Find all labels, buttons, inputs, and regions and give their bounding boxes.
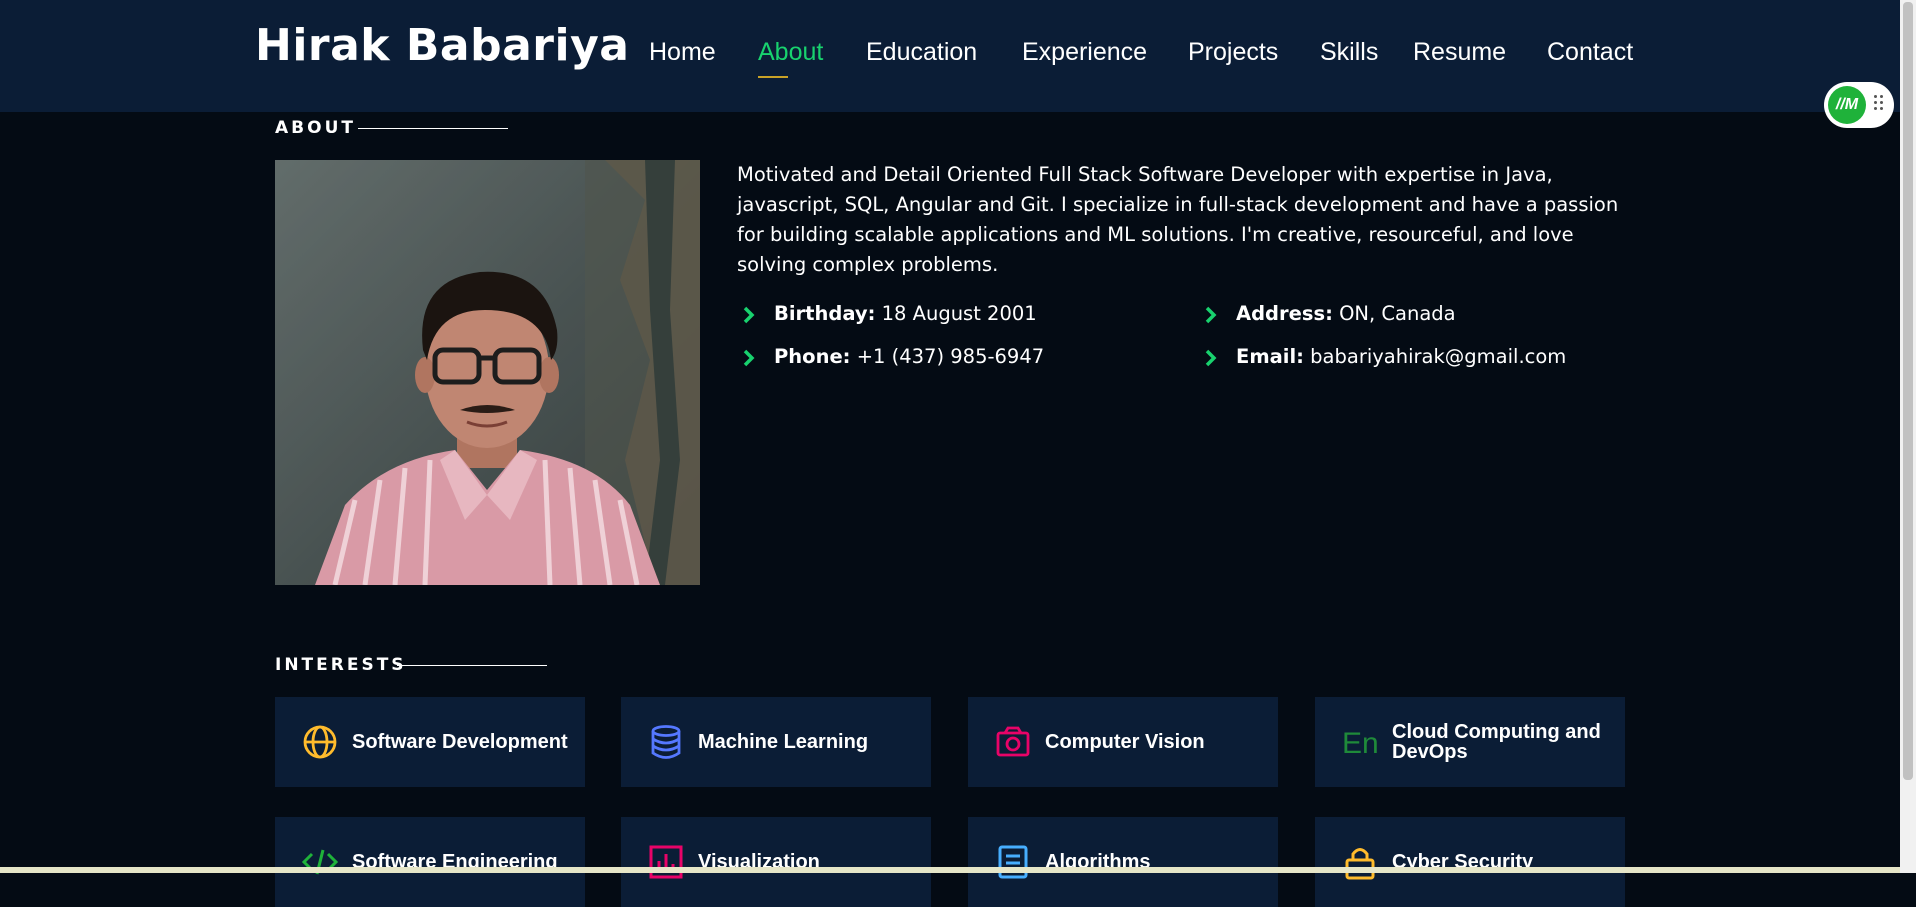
code-icon — [302, 849, 338, 875]
nav-home[interactable]: Home — [649, 38, 716, 67]
interest-label: Software Development — [352, 731, 568, 753]
about-bio: Motivated and Detail Oriented Full Stack… — [737, 163, 1619, 276]
about-section-title: ABOUT — [275, 118, 356, 138]
document-icon — [998, 845, 1028, 879]
profile-photo — [275, 160, 700, 585]
nav-education[interactable]: Education — [866, 38, 977, 67]
interest-card-machine-learning[interactable]: Machine Learning — [621, 697, 931, 787]
chevron-right-icon — [1205, 349, 1217, 367]
bar-chart-icon — [649, 845, 683, 879]
interest-label: Cloud Computing and DevOps — [1392, 721, 1601, 763]
nav-projects[interactable]: Projects — [1188, 38, 1278, 67]
en-icon: En — [1342, 727, 1379, 760]
drag-handle-icon[interactable] — [1874, 95, 1884, 115]
info-email-label: Email: — [1236, 345, 1304, 368]
interests-section-title: INTERESTS — [275, 655, 407, 675]
about-title-divider — [358, 128, 508, 129]
chevron-right-icon — [743, 349, 755, 367]
interest-label: Computer Vision — [1045, 731, 1205, 753]
info-birthday: Birthday: 18 August 2001 — [741, 302, 1181, 332]
interest-label: Visualization — [698, 851, 820, 873]
interest-label: Software Engineering — [352, 851, 558, 873]
info-phone-value: +1 (437) 985-6947 — [856, 345, 1045, 368]
interest-card-cloud-computing[interactable]: En Cloud Computing and DevOps — [1315, 697, 1625, 787]
interests-title-divider — [397, 665, 547, 666]
database-icon — [651, 725, 681, 759]
info-email: Email: babariyahirak@gmail.com — [1203, 345, 1643, 375]
info-birthday-label: Birthday: — [774, 302, 876, 325]
interest-label: Machine Learning — [698, 731, 869, 753]
interest-label: Cyber Security — [1392, 851, 1534, 873]
interest-card-software-development[interactable]: Software Development — [275, 697, 585, 787]
info-phone: Phone: +1 (437) 985-6947 — [741, 345, 1181, 375]
info-address: Address: ON, Canada — [1203, 302, 1643, 332]
chevron-right-icon — [1205, 306, 1217, 324]
nav-skills[interactable]: Skills — [1320, 38, 1378, 67]
lock-icon — [1345, 848, 1375, 880]
globe-icon — [303, 725, 337, 759]
camera-icon — [996, 726, 1030, 757]
nav-contact[interactable]: Contact — [1547, 38, 1633, 67]
site-logo[interactable]: Hirak Babariya — [255, 20, 629, 71]
page-scrollbar[interactable] — [1900, 0, 1916, 873]
widget-logo-icon[interactable]: //M — [1828, 86, 1866, 124]
bottom-edge-strip — [0, 867, 1900, 873]
scrollbar-thumb[interactable] — [1903, 2, 1913, 780]
svg-text:En: En — [1342, 727, 1379, 760]
interest-card-cyber-security[interactable]: Cyber Security — [1315, 817, 1625, 907]
info-address-label: Address: — [1236, 302, 1333, 325]
nav-about[interactable]: About — [758, 38, 823, 67]
chevron-right-icon — [743, 306, 755, 324]
interest-label: Algorithms — [1045, 851, 1151, 873]
info-address-value: ON, Canada — [1339, 302, 1456, 325]
interest-card-computer-vision[interactable]: Computer Vision — [968, 697, 1278, 787]
info-birthday-value: 18 August 2001 — [881, 302, 1037, 325]
info-email-value[interactable]: babariyahirak@gmail.com — [1310, 345, 1566, 368]
interest-card-visualization[interactable]: Visualization — [621, 817, 931, 907]
active-nav-indicator — [758, 76, 788, 78]
nav-resume[interactable]: Resume — [1413, 38, 1506, 67]
floating-widget[interactable]: //M — [1824, 82, 1894, 128]
interest-card-algorithms[interactable]: Algorithms — [968, 817, 1278, 907]
site-header: Hirak Babariya Home About Education Expe… — [0, 0, 1900, 112]
interest-card-software-engineering[interactable]: Software Engineering — [275, 817, 585, 907]
nav-experience[interactable]: Experience — [1022, 38, 1147, 67]
info-phone-label: Phone: — [774, 345, 851, 368]
